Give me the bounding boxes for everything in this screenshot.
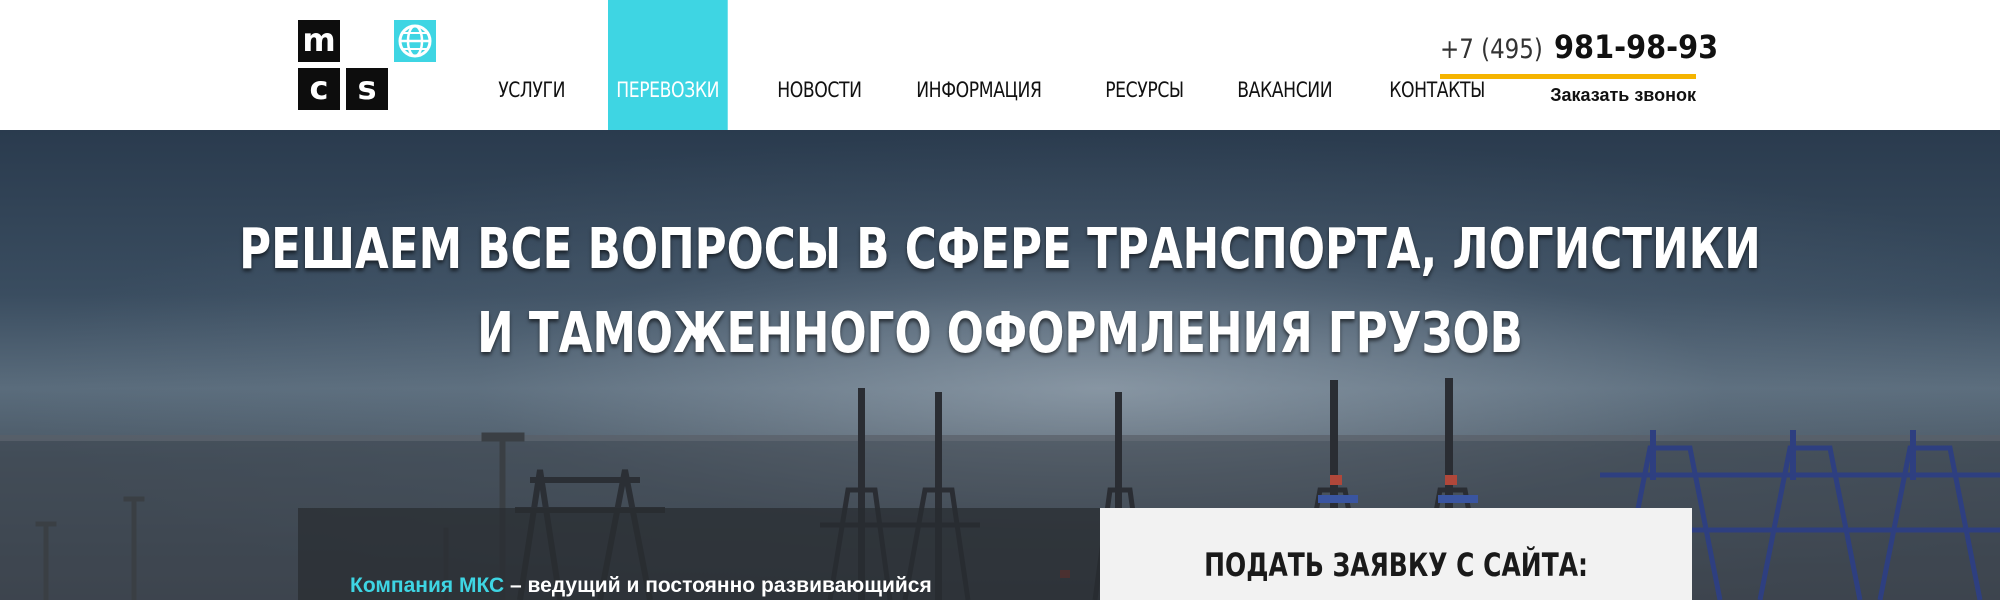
- site-header: m c s УСЛУГИ ПЕРЕВОЗКИ НОВОСТИ ИНФОРМАЦИ…: [0, 0, 2000, 130]
- nav-item-services[interactable]: УСЛУГИ: [490, 0, 573, 130]
- nav-item-news[interactable]: НОВОСТИ: [769, 0, 870, 130]
- about-text: Компания МКС – ведущий и постоянно разви…: [350, 574, 932, 598]
- request-form-panel: ПОДАТЬ ЗАЯВКУ С САЙТА:: [1100, 508, 1692, 600]
- phone-number[interactable]: +7 (495) 981-98-93: [1440, 28, 1718, 66]
- logo-letter-c: c: [298, 68, 340, 110]
- logo[interactable]: m c s: [298, 20, 436, 112]
- globe-icon: [394, 20, 436, 62]
- phone-code: +7 (495): [1440, 34, 1543, 65]
- hero-title: РЕШАЕМ ВСЕ ВОПРОСЫ В СФЕРЕ ТРАНСПОРТА, Л…: [0, 208, 2000, 376]
- request-form-title: ПОДАТЬ ЗАЯВКУ С САЙТА:: [1204, 546, 1588, 584]
- about-panel: Компания МКС – ведущий и постоянно разви…: [298, 508, 1100, 600]
- phone-block: +7 (495) 981-98-93 Заказать звонок: [1440, 28, 1718, 106]
- nav-item-information[interactable]: ИНФОРМАЦИЯ: [908, 0, 1050, 130]
- hero-banner: РЕШАЕМ ВСЕ ВОПРОСЫ В СФЕРЕ ТРАНСПОРТА, Л…: [0, 130, 2000, 600]
- main-nav: УСЛУГИ ПЕРЕВОЗКИ НОВОСТИ ИНФОРМАЦИЯ РЕСУ…: [490, 0, 1533, 130]
- logo-globe-cell: [346, 20, 436, 62]
- about-description: – ведущий и постоянно развивающийся: [504, 574, 932, 597]
- phone-underline: [1440, 74, 1696, 79]
- nav-item-vacancies[interactable]: ВАКАНСИИ: [1229, 0, 1340, 130]
- hero-title-line2: И ТАМОЖЕННОГО ОФОРМЛЕНИЯ ГРУЗОВ: [477, 301, 1523, 366]
- logo-letter-s: s: [346, 68, 388, 110]
- nav-item-resources[interactable]: РЕСУРСЫ: [1097, 0, 1192, 130]
- logo-letter-m: m: [298, 20, 340, 62]
- company-name-link[interactable]: Компания МКС: [350, 574, 504, 597]
- phone-main-number: 981-98-93: [1554, 28, 1719, 66]
- nav-item-transport[interactable]: ПЕРЕВОЗКИ: [607, 0, 727, 130]
- callback-link[interactable]: Заказать звонок: [1440, 85, 1696, 106]
- hero-title-line1: РЕШАЕМ ВСЕ ВОПРОСЫ В СФЕРЕ ТРАНСПОРТА, Л…: [239, 217, 1761, 282]
